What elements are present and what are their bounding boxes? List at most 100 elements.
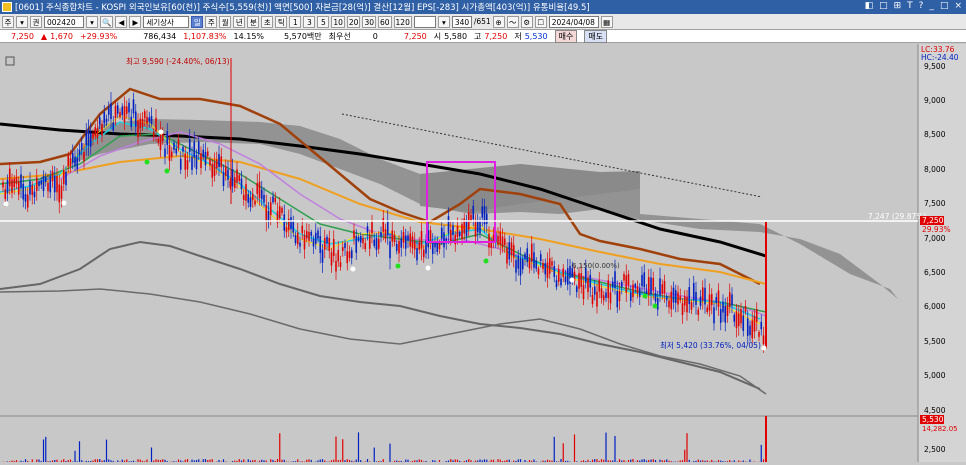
candle-body <box>304 235 306 249</box>
candle-body <box>115 106 117 118</box>
period-tick[interactable]: 틱 <box>275 16 287 28</box>
candle-body <box>74 156 76 165</box>
buy-button[interactable]: 매수 <box>555 30 578 43</box>
axis-tick: 5,500 <box>924 337 946 346</box>
wave-icon[interactable]: 〜 <box>507 16 519 28</box>
candle-body <box>592 295 594 304</box>
candle-body <box>13 179 15 187</box>
interval-5[interactable]: 5 <box>317 16 329 28</box>
interval-1[interactable]: 1 <box>289 16 301 28</box>
candle-body <box>178 140 180 148</box>
volume-bar <box>605 433 606 462</box>
candle-body <box>385 229 387 239</box>
code-dropdown-icon[interactable]: ▾ <box>86 16 98 28</box>
candle-body <box>700 297 702 306</box>
prev-stock-icon[interactable]: ◀ <box>115 16 127 28</box>
candle-body <box>378 239 380 249</box>
candle-body <box>317 231 319 239</box>
tool-icon[interactable]: ⚙ <box>521 16 533 28</box>
candle-body <box>547 262 549 277</box>
interval-dropdown-icon[interactable]: ▾ <box>438 16 450 28</box>
candle-body <box>371 220 373 233</box>
count-input[interactable]: 340 <box>452 16 472 28</box>
interval-input[interactable] <box>414 16 436 28</box>
candle-body <box>128 103 130 113</box>
candle-body <box>691 302 693 309</box>
mid-annotation: 6,150(0.00%) <box>572 262 620 270</box>
period-year[interactable]: 년 <box>233 16 245 28</box>
period-month[interactable]: 월 <box>219 16 231 28</box>
market-select[interactable]: 주 <box>2 16 14 28</box>
interval-120[interactable]: 120 <box>394 16 412 28</box>
search-icon[interactable]: 🔍 <box>100 16 113 28</box>
candle-body <box>65 172 67 185</box>
candle-body <box>486 214 488 224</box>
text-icon[interactable]: T <box>907 1 913 11</box>
minimize-button[interactable]: _ <box>929 1 934 11</box>
next-stock-icon[interactable]: ▶ <box>129 16 141 28</box>
period-minute[interactable]: 분 <box>247 16 259 28</box>
volume-bar <box>389 444 390 462</box>
candle-body <box>220 156 222 167</box>
candle-body <box>52 171 54 181</box>
candle-body <box>736 311 738 328</box>
candle-body <box>166 131 168 145</box>
candle-body <box>331 252 333 265</box>
sell-button[interactable]: 매도 <box>584 30 607 43</box>
candle-body <box>616 291 618 307</box>
candle-body <box>637 286 639 293</box>
candle-body <box>169 145 171 161</box>
candle-body <box>324 238 326 250</box>
candle-body <box>353 230 355 238</box>
volume-value-tag: 14,282.05 <box>922 425 958 433</box>
stock-code-input[interactable]: 002420 <box>44 16 84 28</box>
rights-button[interactable]: 권 <box>30 16 42 28</box>
volume-bar <box>279 433 280 462</box>
candle-body <box>247 194 249 203</box>
stock-name-field[interactable]: 세기상사 <box>143 16 189 28</box>
interval-10[interactable]: 10 <box>331 16 345 28</box>
candle-body <box>139 119 141 129</box>
period-day[interactable]: 일 <box>191 16 203 28</box>
layout-icon[interactable]: ◧ <box>865 1 874 11</box>
dropdown-icon[interactable]: ▾ <box>16 16 28 28</box>
date-input[interactable]: 2024/04/08 <box>549 16 599 28</box>
maximize-button[interactable]: □ <box>940 1 949 11</box>
candle-body <box>538 268 540 274</box>
chart-area[interactable]: 7,247 (29.87%) 최고 9,590 (-24.40%, 06/13)… <box>0 44 966 462</box>
signal-white <box>351 267 356 272</box>
stock-chart[interactable]: 7,247 (29.87%) 최고 9,590 (-24.40%, 06/13)… <box>0 44 966 462</box>
volume-bar <box>106 440 107 462</box>
lock-icon[interactable]: ☐ <box>535 16 547 28</box>
close-button[interactable]: × <box>954 1 962 11</box>
candle-body <box>594 287 596 295</box>
candle-body <box>673 288 675 303</box>
candle-body <box>2 182 4 187</box>
interval-60[interactable]: 60 <box>378 16 392 28</box>
candle-body <box>70 158 72 166</box>
candle-body <box>47 183 49 191</box>
candle-body <box>268 211 270 221</box>
candle-body <box>254 201 256 205</box>
axis-tick: 7,000 <box>924 234 946 243</box>
interval-20[interactable]: 20 <box>347 16 361 28</box>
interval-30[interactable]: 30 <box>362 16 376 28</box>
period-week[interactable]: 주 <box>205 16 217 28</box>
grid-icon[interactable]: ⊞ <box>894 1 902 11</box>
zoom-icon[interactable]: ⊕ <box>493 16 505 28</box>
interval-3[interactable]: 3 <box>303 16 315 28</box>
candle-body <box>472 206 474 219</box>
candle-body <box>659 278 661 295</box>
help-icon[interactable]: ? <box>919 1 924 11</box>
axis-tick: 8,000 <box>924 165 946 174</box>
candle-body <box>360 236 362 243</box>
period-second[interactable]: 초 <box>261 16 273 28</box>
candle-body <box>704 288 706 305</box>
candle-body <box>522 259 524 269</box>
restore-layout-icon[interactable]: □ <box>879 1 888 11</box>
axis-tick: 9,500 <box>924 62 946 71</box>
candle-body <box>601 288 603 298</box>
high-annotation: 최고 9,590 (-24.40%, 06/13) <box>126 56 230 66</box>
calendar-icon[interactable]: ▦ <box>601 16 613 28</box>
candle-body <box>502 237 504 248</box>
